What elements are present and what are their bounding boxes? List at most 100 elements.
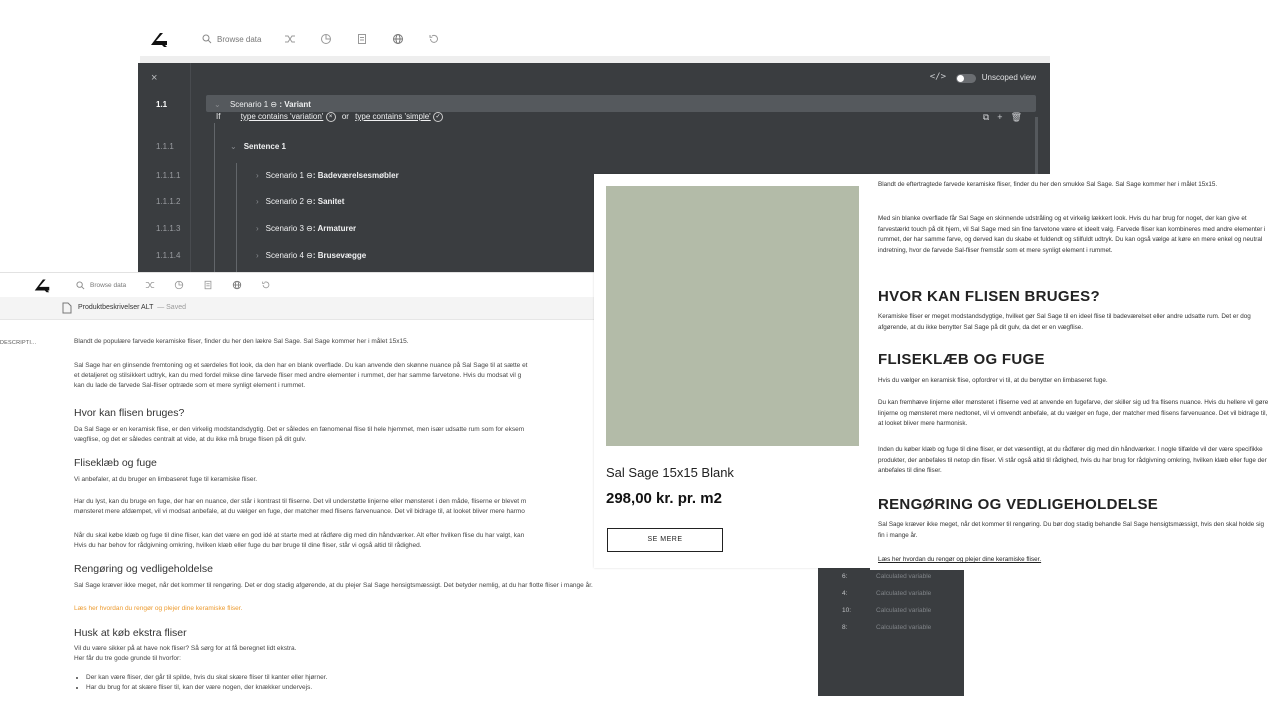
paragraph: Hvis du vælger en keramisk flise, opford…	[878, 377, 1108, 384]
code-view-icon[interactable]: </>	[930, 72, 946, 82]
paragraph: Blandt de populære farvede keramiske fli…	[74, 338, 409, 345]
document-icon[interactable]	[202, 280, 213, 291]
scenario-name: Variant	[284, 99, 311, 109]
analytics-icon[interactable]	[319, 32, 333, 46]
top-toolbar: Browse data	[148, 22, 618, 56]
document-tab[interactable]: Produktbeskrivelser ALT — Saved	[78, 304, 186, 311]
paragraph: Vi anbefaler, at du bruger en limbaseret…	[74, 476, 258, 483]
paragraph: Sal Sage kræver ikke meget, når det komm…	[878, 521, 1265, 539]
condition-type-variation[interactable]: type contains 'variation'	[241, 112, 324, 121]
globe-icon[interactable]	[391, 32, 405, 46]
logo-icon[interactable]	[32, 275, 52, 295]
see-more-button[interactable]: SE MERE	[607, 528, 723, 552]
section-heading: Husk at køb ekstra fliser	[74, 627, 187, 639]
unscoped-view-label: Unscoped view	[981, 73, 1036, 82]
delete-icon[interactable]: 🗑	[1011, 112, 1022, 123]
copy-icon[interactable]: ⧉	[983, 112, 989, 123]
document-icon	[62, 302, 72, 314]
document-icon[interactable]	[355, 32, 369, 46]
product-card: Sal Sage 15x15 Blank 298,00 kr. pr. m2 S…	[594, 174, 870, 568]
section-heading: Rengøring og vedligeholdelse	[74, 563, 213, 575]
row-number: 1.1.1.4	[156, 250, 181, 260]
search-icon	[202, 34, 212, 44]
product-description-article: Blandt de eftertragtede farvede keramisk…	[870, 174, 1280, 570]
section-heading: FLISEKLÆB OG FUGE	[878, 351, 1045, 368]
condition-row: If type contains 'variation' × or type c…	[216, 112, 443, 122]
field-label: DESCRIPTI...	[0, 340, 37, 346]
section-heading: HVOR KAN FLISEN BRUGES?	[878, 288, 1100, 305]
shuffle-icon[interactable]	[283, 32, 297, 46]
paragraph: Når du skal købe klæb og fuge til dine f…	[74, 532, 525, 539]
globe-icon[interactable]	[231, 280, 242, 291]
condition-actions: ⧉ + 🗑	[983, 112, 1022, 123]
unscoped-view-toggle[interactable]	[956, 74, 976, 83]
browse-data-search[interactable]: Browse data	[76, 280, 127, 290]
chevron-right-icon[interactable]: ›	[256, 251, 259, 260]
scenario-editor-header: × </> Unscoped view	[138, 63, 1050, 93]
care-guide-link[interactable]: Læs her hvordan du rengør og plejer dine…	[878, 555, 1041, 566]
variable-row[interactable]: 8: Calculated variable	[818, 624, 964, 641]
list-item: Har du brug for at skære fliser til, kan…	[86, 683, 327, 693]
scenario-icon: ⊖	[270, 99, 278, 109]
save-status: — Saved	[157, 304, 186, 311]
history-icon[interactable]	[427, 32, 441, 46]
product-image[interactable]	[606, 186, 859, 446]
sentence-label: Sentence 1	[243, 141, 286, 151]
row-number: 1.1.1.1	[156, 170, 181, 180]
product-price: 298,00 kr. pr. m2	[606, 490, 722, 507]
paragraph: Vil du være sikker på at have nok fliser…	[74, 645, 297, 652]
product-name[interactable]: Sal Sage 15x15 Blank	[606, 465, 734, 480]
variable-row[interactable]: 4: Calculated variable	[818, 590, 964, 607]
row-number: 1.1.1.2	[156, 196, 181, 206]
logo-icon[interactable]	[148, 28, 170, 50]
paragraph: Hvis du har behov for rådgivning omkring…	[74, 542, 422, 549]
chevron-right-icon[interactable]: ›	[256, 197, 259, 206]
section-heading: RENGØRING OG VEDLIGEHOLDELSE	[878, 496, 1159, 513]
reasons-list: Der kan være fliser, der går til spilde,…	[74, 673, 327, 693]
browse-data-search[interactable]: Browse data	[202, 34, 261, 44]
care-guide-link[interactable]: Læs her hvordan du rengør og plejer dine…	[74, 604, 242, 614]
remove-condition-icon[interactable]: ×	[325, 112, 336, 122]
scenario-name: Armaturer	[317, 223, 357, 233]
scenario-name: Badeværelsesmøbler	[317, 170, 399, 180]
close-icon[interactable]: ×	[151, 72, 157, 84]
analytics-icon[interactable]	[173, 280, 184, 291]
paragraph: mønsteret mere afdæmpet, vil vi modsat a…	[74, 508, 525, 515]
row-number: 1.1.1	[156, 141, 174, 151]
variable-row[interactable]: 6: Calculated variable	[818, 573, 964, 590]
history-icon[interactable]	[260, 280, 271, 291]
paragraph: Her får du tre gode grunde til hvorfor:	[74, 655, 181, 662]
search-label: Browse data	[217, 34, 262, 44]
shuffle-icon[interactable]	[144, 280, 155, 291]
variable-row[interactable]: 10: Calculated variable	[818, 607, 964, 624]
add-icon[interactable]: +	[997, 112, 1002, 123]
paragraph: vægflise, og det er således centralt at …	[74, 436, 307, 443]
search-icon	[76, 280, 85, 290]
paragraph: Med sin blanke overflade får Sal Sage en…	[878, 215, 1266, 254]
scenario-name: Sanitet	[317, 196, 345, 206]
row-number: 1.1.1.3	[156, 223, 181, 233]
paragraph: Keramiske fliser er meget modstandsdygti…	[878, 313, 1251, 331]
chevron-down-icon[interactable]: ⌄	[214, 100, 221, 109]
sentence-row[interactable]: 1.1.1 ⌄ Sentence 1	[138, 132, 1050, 160]
row-number: 1.1	[156, 99, 168, 109]
paragraph: Inden du køber klæb og fuge til dine fli…	[878, 446, 1267, 474]
paragraph: Blandt de eftertragtede farvede keramisk…	[878, 181, 1218, 188]
paragraph: kan du lade de farvede Sal-fliser optræd…	[74, 382, 306, 389]
search-label: Browse data	[90, 281, 127, 289]
paragraph: Da Sal Sage er en keramisk flise, er den…	[74, 426, 525, 433]
paragraph: Du kan fremhæve linjerne eller mønsteret…	[878, 399, 1269, 427]
scenario-prefix: Scenario 1	[229, 99, 269, 109]
chevron-right-icon[interactable]: ›	[256, 171, 259, 180]
chevron-right-icon[interactable]: ›	[256, 224, 259, 233]
chevron-down-icon[interactable]: ⌄	[230, 142, 237, 151]
paragraph: Har du lyst, kan du bruge en fuge, der h…	[74, 498, 527, 505]
section-heading: Hvor kan flisen bruges?	[74, 407, 185, 419]
list-item: Der kan være fliser, der går til spilde,…	[86, 673, 327, 683]
paragraph: et detaljeret og stilsikkert udtryk, kan…	[74, 372, 522, 379]
variables-panel: 6: Calculated variable 4: Calculated varia…	[818, 568, 964, 696]
check-condition-icon[interactable]: ✓	[432, 112, 443, 122]
paragraph: Sal Sage kræver ikke meget, når det komm…	[74, 582, 593, 589]
condition-type-simple[interactable]: type contains 'simple'	[355, 112, 431, 121]
paragraph: Sal Sage har en glinsende fremtoning og …	[74, 362, 528, 369]
